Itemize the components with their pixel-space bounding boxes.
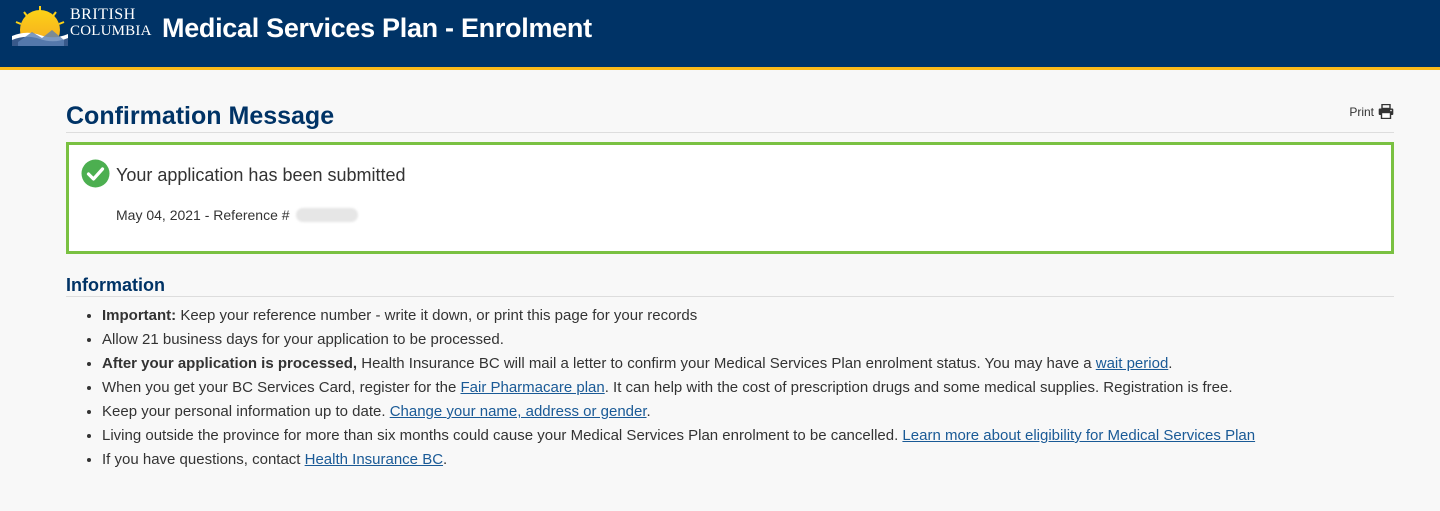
information-list: Important: Keep your reference number - … — [102, 304, 1394, 472]
reference-label: - Reference # — [204, 207, 290, 223]
logo-line-2: COLUMBIA — [70, 23, 152, 39]
logo-line-1: BRITISH — [70, 6, 136, 23]
list-item: Living outside the province for more tha… — [102, 424, 1394, 448]
information-heading: Information — [66, 275, 165, 295]
item-text: When you get your BC Services Card, regi… — [102, 379, 461, 396]
redacted-reference-number — [295, 208, 358, 222]
item-text: Health Insurance BC will mail a letter t… — [357, 355, 1096, 372]
wait-period-link[interactable]: wait period — [1096, 355, 1169, 372]
list-item: When you get your BC Services Card, regi… — [102, 376, 1394, 400]
item-text-after: . — [443, 451, 448, 468]
confirmation-message: Your application has been submitted — [116, 165, 406, 185]
item-text: Allow 21 business days for your applicat… — [102, 331, 504, 348]
eligibility-link[interactable]: Learn more about eligibility for Medical… — [902, 427, 1255, 444]
item-text: Keep your personal information up to dat… — [102, 403, 390, 420]
app-header: BRITISH COLUMBIA Medical Services Plan -… — [0, 0, 1440, 70]
submission-date: May 04, 2021 — [116, 207, 201, 223]
confirmation-box: Your application has been submitted May … — [66, 142, 1394, 254]
print-label: Print — [1349, 104, 1374, 119]
title-divider — [66, 132, 1394, 133]
app-title: Medical Services Plan - Enrolment — [162, 13, 592, 43]
item-text-after: . — [646, 403, 651, 420]
change-personal-info-link[interactable]: Change your name, address or gender — [390, 403, 647, 420]
list-item: After your application is processed, Hea… — [102, 352, 1394, 376]
item-text: If you have questions, contact — [102, 451, 305, 468]
list-item: If you have questions, contact Health In… — [102, 448, 1394, 472]
item-text-after: . It can help with the cost of prescript… — [604, 379, 1233, 396]
check-circle-icon — [81, 159, 110, 188]
list-item: Allow 21 business days for your applicat… — [102, 328, 1394, 352]
bc-wordmark: BRITISH COLUMBIA — [70, 6, 152, 40]
confirmation-meta: May 04, 2021 - Reference # — [116, 205, 358, 225]
health-insurance-bc-link[interactable]: Health Insurance BC — [305, 451, 443, 468]
list-item: Keep your personal information up to dat… — [102, 400, 1394, 424]
information-divider — [66, 296, 1394, 297]
item-text: Living outside the province for more tha… — [102, 427, 903, 444]
item-bold: Important: — [102, 307, 177, 324]
list-item: Important: Keep your reference number - … — [102, 304, 1394, 328]
item-text: Keep your reference number - write it do… — [176, 307, 698, 324]
item-text-after: . — [1168, 355, 1173, 372]
print-button[interactable]: Print — [1349, 104, 1394, 119]
fair-pharmacare-link[interactable]: Fair Pharmacare plan — [460, 379, 604, 396]
item-bold: After your application is processed, — [102, 355, 358, 372]
printer-icon — [1378, 104, 1394, 119]
page-title: Confirmation Message — [66, 102, 335, 130]
